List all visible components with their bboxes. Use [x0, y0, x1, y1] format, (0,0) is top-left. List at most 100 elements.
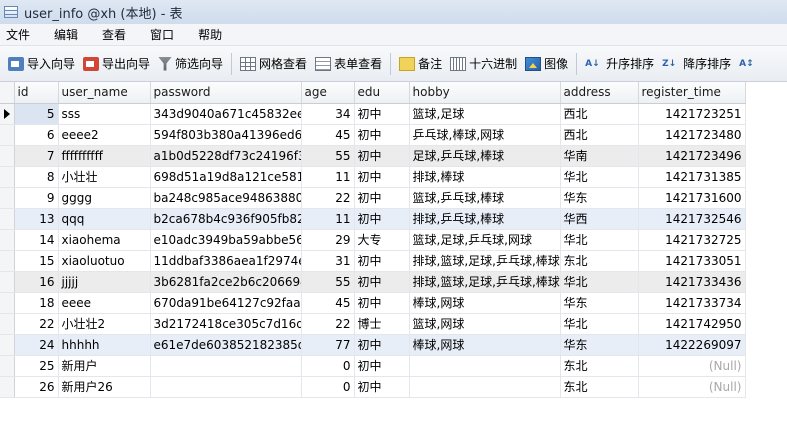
cell-user-name[interactable]: gggg	[58, 187, 151, 209]
cell-age[interactable]: 34	[301, 103, 355, 125]
table-row[interactable]: 9 gggg ba248c985ace948638809 22 初中 篮球,乒乓球,棒球华…	[0, 187, 746, 209]
cell-id[interactable]: 24	[14, 334, 59, 356]
hex-button[interactable]: 十六进制	[446, 52, 521, 76]
table-row[interactable]: 22 小壮壮2 3d2172418ce305c7d16d4 22 博士 篮球,网球 华北 14…	[0, 313, 746, 335]
cell-age[interactable]: 45	[301, 292, 355, 314]
cell-id[interactable]: 7	[14, 145, 59, 167]
cell-password[interactable]: 343d9040a671c45832ee5	[150, 103, 302, 125]
more-button[interactable]: A↕	[735, 52, 764, 76]
cell-address[interactable]: 华北	[560, 271, 639, 293]
menu-edit[interactable]: 编辑	[48, 26, 90, 43]
cell-hobby[interactable]: 篮球,网球	[409, 313, 561, 335]
cell-address[interactable]: 华东	[560, 334, 639, 356]
cell-register-time[interactable]: 1421723480	[638, 124, 746, 146]
cell-address[interactable]: 华北	[560, 166, 639, 188]
table-row[interactable]: 8 小壮壮 698d51a19d8a121ce5814 11 初中 排球,棒球 华北 1421…	[0, 166, 746, 188]
cell-password[interactable]: 11ddbaf3386aea1f2974ee	[150, 250, 302, 272]
cell-register-time[interactable]: 1422269097	[638, 334, 746, 356]
row-indicator[interactable]	[0, 166, 15, 188]
cell-edu[interactable]: 初中	[354, 376, 410, 398]
cell-edu[interactable]: 初中	[354, 145, 410, 167]
cell-id[interactable]: 6	[14, 124, 59, 146]
cell-user-name[interactable]: hhhhh	[58, 334, 151, 356]
sort-asc-button[interactable]: A↓ 升序排序	[581, 52, 658, 76]
cell-password[interactable]: b2ca678b4c936f905fb82f	[150, 208, 302, 230]
cell-edu[interactable]: 初中	[354, 103, 410, 125]
cell-password[interactable]	[150, 376, 302, 398]
cell-address[interactable]: 华东	[560, 187, 639, 209]
cell-user-name[interactable]: 新用户26	[58, 376, 151, 398]
cell-user-name[interactable]: sss	[58, 103, 151, 125]
cell-password[interactable]: e10adc3949ba59abbe56e	[150, 229, 302, 251]
cell-password[interactable]: 698d51a19d8a121ce5814	[150, 166, 302, 188]
cell-user-name[interactable]: 小壮壮2	[58, 313, 151, 335]
cell-address[interactable]: 华南	[560, 145, 639, 167]
form-view-button[interactable]: 表单查看	[311, 52, 386, 76]
menu-window[interactable]: 窗口	[144, 26, 186, 43]
cell-hobby[interactable]: 棒球,网球	[409, 292, 561, 314]
cell-id[interactable]: 14	[14, 229, 59, 251]
cell-edu[interactable]: 初中	[354, 355, 410, 377]
table-row[interactable]: 7 ffffffffff a1b0d5228df73c24196f32 55 初中 足球,…	[0, 145, 746, 167]
table-row[interactable]: 14 xiaohema e10adc3949ba59abbe56e 29 大专 篮球,足球…	[0, 229, 746, 251]
cell-user-name[interactable]: xiaohema	[58, 229, 151, 251]
cell-id[interactable]: 16	[14, 271, 59, 293]
cell-password[interactable]: ba248c985ace948638809	[150, 187, 302, 209]
cell-register-time[interactable]: 1421731600	[638, 187, 746, 209]
cell-age[interactable]: 45	[301, 124, 355, 146]
menu-view[interactable]: 查看	[96, 26, 138, 43]
row-indicator[interactable]	[0, 376, 15, 398]
cell-hobby[interactable]: 排球,篮球,足球,乒乓球,棒球,	[409, 250, 561, 272]
cell-edu[interactable]: 初中	[354, 271, 410, 293]
table-row[interactable]: 15 xiaoluotuo 11ddbaf3386aea1f2974ee 31 初中 排球…	[0, 250, 746, 272]
grid-view-button[interactable]: 网格查看	[236, 52, 311, 76]
column-header-address[interactable]: address	[560, 82, 639, 104]
cell-id[interactable]: 15	[14, 250, 59, 272]
cell-age[interactable]: 55	[301, 271, 355, 293]
export-wizard-button[interactable]: 导出向导	[79, 52, 154, 76]
cell-user-name[interactable]: qqq	[58, 208, 151, 230]
column-header-edu[interactable]: edu	[354, 82, 410, 104]
cell-register-time[interactable]: 1421732725	[638, 229, 746, 251]
column-header-register-time[interactable]: register_time	[638, 82, 746, 104]
cell-hobby[interactable]	[409, 355, 561, 377]
cell-user-name[interactable]: eeee2	[58, 124, 151, 146]
cell-address[interactable]: 东北	[560, 250, 639, 272]
table-row[interactable]: 25 新用户 0 初中 东北 (Null)	[0, 355, 746, 377]
cell-age[interactable]: 77	[301, 334, 355, 356]
cell-password[interactable]: 670da91be64127c92faac	[150, 292, 302, 314]
table-row[interactable]: 5 sss 343d9040a671c45832ee5 34 初中 篮球,足球 西北 1421…	[0, 103, 746, 125]
row-indicator[interactable]	[0, 355, 15, 377]
row-indicator[interactable]	[0, 334, 15, 356]
cell-address[interactable]: 西北	[560, 124, 639, 146]
cell-hobby[interactable]: 篮球,足球,乒乓球,网球	[409, 229, 561, 251]
row-indicator[interactable]	[0, 229, 15, 251]
cell-register-time[interactable]: (Null)	[638, 376, 746, 398]
menu-help[interactable]: 帮助	[192, 26, 234, 43]
cell-age[interactable]: 11	[301, 166, 355, 188]
menu-file[interactable]: 文件	[0, 26, 42, 43]
cell-register-time[interactable]: 1421723251	[638, 103, 746, 125]
table-row[interactable]: 24 hhhhh e61e7de603852182385da 77 初中 棒球,网球 华东 1…	[0, 334, 746, 356]
cell-address[interactable]: 华东	[560, 292, 639, 314]
row-indicator[interactable]	[0, 208, 15, 230]
row-indicator[interactable]	[0, 313, 15, 335]
cell-id[interactable]: 26	[14, 376, 59, 398]
cell-address[interactable]: 华北	[560, 313, 639, 335]
cell-edu[interactable]: 大专	[354, 229, 410, 251]
cell-id[interactable]: 8	[14, 166, 59, 188]
cell-edu[interactable]: 初中	[354, 166, 410, 188]
table-row[interactable]: 26 新用户26 0 初中 东北 (Null)	[0, 376, 746, 398]
cell-hobby[interactable]: 乒乓球,棒球,网球	[409, 124, 561, 146]
cell-id[interactable]: 18	[14, 292, 59, 314]
cell-register-time[interactable]: 1421742950	[638, 313, 746, 335]
cell-hobby[interactable]: 排球,乒乓球,棒球	[409, 208, 561, 230]
cell-user-name[interactable]: xiaoluotuo	[58, 250, 151, 272]
column-header-age[interactable]: age	[301, 82, 355, 104]
table-row[interactable]: 18 eeee 670da91be64127c92faac 45 初中 棒球,网球 华东 14…	[0, 292, 746, 314]
cell-id[interactable]: 22	[14, 313, 59, 335]
cell-id[interactable]: 25	[14, 355, 59, 377]
image-button[interactable]: 图像	[521, 52, 572, 76]
cell-address[interactable]: 西北	[560, 103, 639, 125]
cell-register-time[interactable]: 1421733436	[638, 271, 746, 293]
